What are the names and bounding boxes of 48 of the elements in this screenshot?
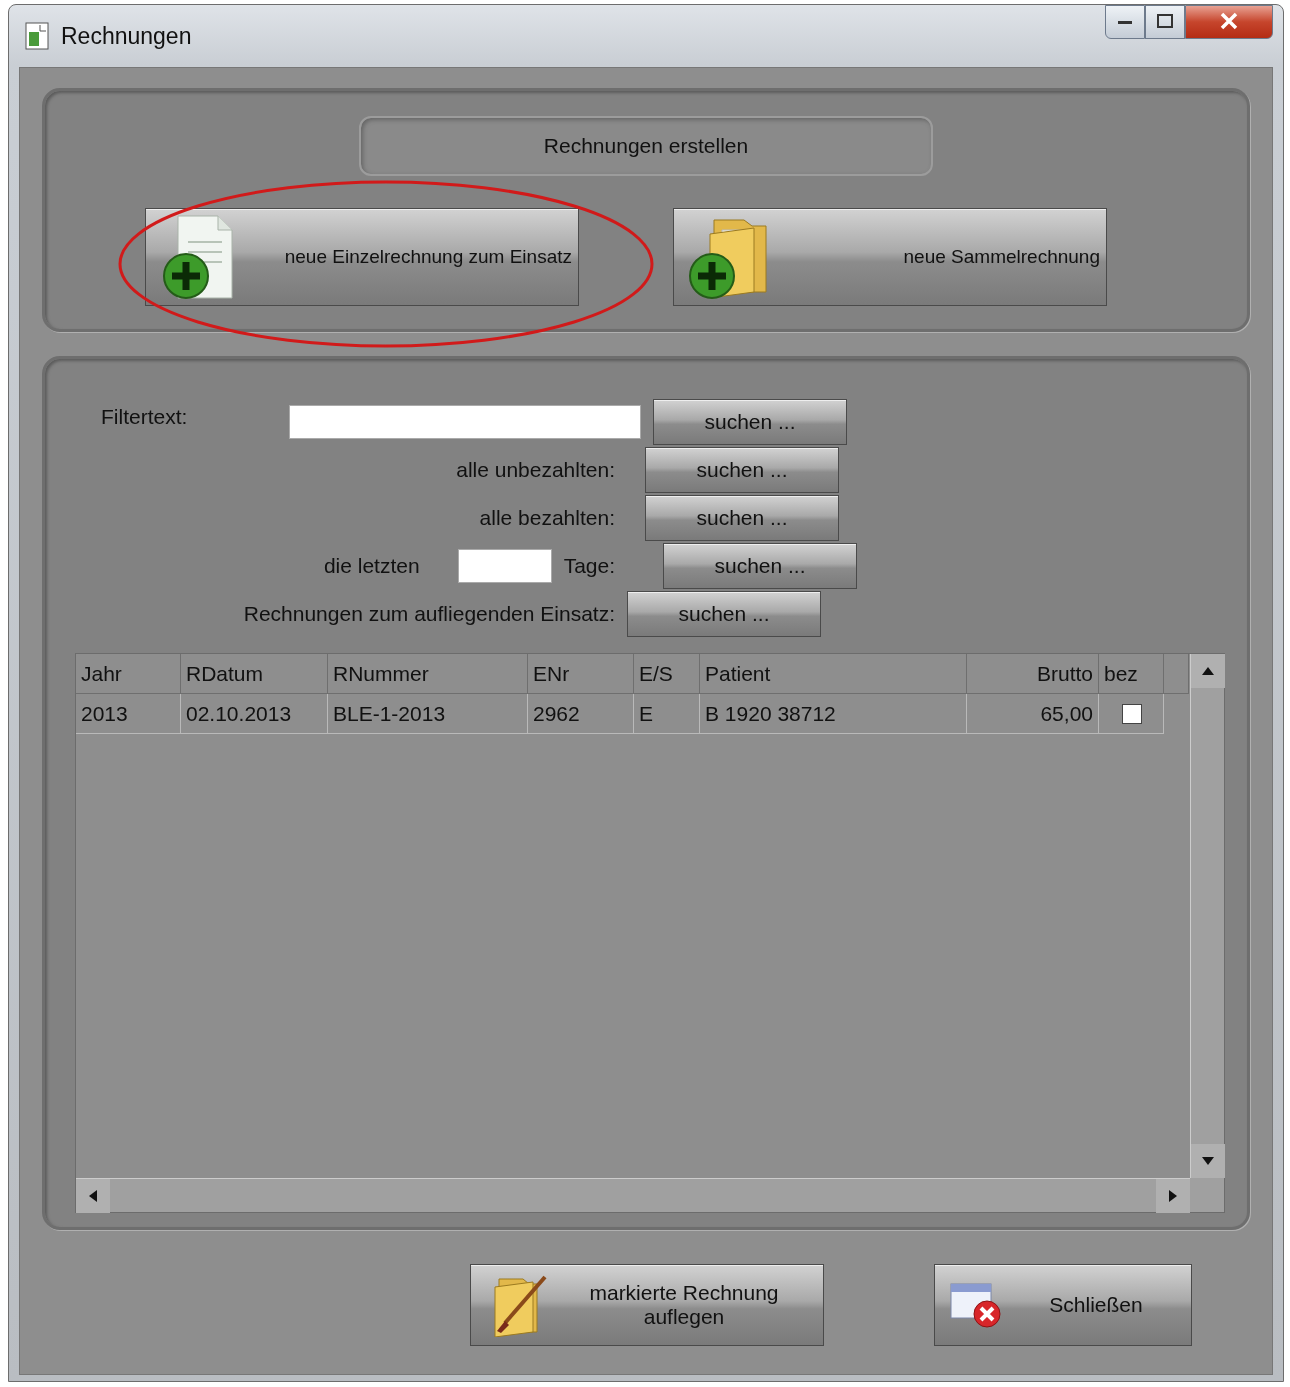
scroll-left-icon[interactable] (76, 1179, 110, 1213)
search-button[interactable]: suchen ... (653, 399, 847, 445)
column-header[interactable]: ENr (528, 654, 634, 694)
field-label: alle bezahlten: (479, 506, 615, 530)
filter-text-field[interactable] (289, 405, 641, 439)
close-window-button[interactable]: Schließen (934, 1264, 1192, 1346)
column-header[interactable]: RDatum (181, 654, 328, 694)
column-header[interactable]: Jahr (76, 654, 181, 694)
column-header[interactable]: RNummer (328, 654, 528, 694)
field-label: Tage: (563, 554, 615, 578)
assign-invoice-button[interactable]: markierte Rechnung auflegen (470, 1264, 824, 1346)
app-icon (25, 22, 49, 50)
window-title: Rechnungen (61, 22, 193, 50)
maximize-button[interactable] (1145, 5, 1185, 39)
horizontal-scrollbar[interactable] (76, 1178, 1190, 1212)
table-cell: 02.10.2013 (181, 694, 328, 734)
table-cell: 65,00 (967, 694, 1099, 734)
table-cell: 2962 (528, 694, 634, 734)
scroll-right-icon[interactable] (1156, 1179, 1190, 1213)
scroll-up-icon[interactable] (1191, 654, 1225, 688)
table-cell: E (634, 694, 700, 734)
maximize-icon (1155, 11, 1175, 30)
panel-heading: Rechnungen erstellen (359, 116, 933, 176)
filter-label: Filtertext: (101, 405, 188, 429)
search-button[interactable]: suchen ... (645, 495, 839, 541)
search-button[interactable]: suchen ... (645, 447, 839, 493)
days-field[interactable] (457, 549, 552, 583)
column-header[interactable]: Brutto (967, 654, 1099, 694)
column-header[interactable]: Patient (700, 654, 967, 694)
table-cell: 2013 (76, 694, 181, 734)
scrollbar-corner (1190, 1178, 1224, 1212)
close-button[interactable] (1185, 5, 1273, 39)
field-label: die letzten (323, 554, 420, 578)
search-button[interactable]: suchen ... (663, 543, 857, 589)
field-label: Rechnungen zum aufliegenden Einsatz: (243, 602, 615, 626)
search-button[interactable]: suchen ... (627, 591, 821, 637)
table-cell: B 1920 38712 (700, 694, 967, 734)
vertical-scrollbar[interactable] (1190, 654, 1224, 1178)
minimize-button[interactable] (1105, 5, 1145, 39)
field-label: alle unbezahlten: (456, 458, 615, 482)
new-invoice-button[interactable]: neue Einzelrechnung zum Einsatz (145, 208, 579, 306)
close-icon (1218, 10, 1240, 31)
new-collective-invoice-button[interactable]: neue Sammelrechnung (673, 208, 1107, 306)
table-cell: BLE-1-2013 (328, 694, 528, 734)
column-header[interactable]: bez (1099, 654, 1164, 694)
scroll-down-icon[interactable] (1191, 1144, 1225, 1178)
column-header[interactable]: E/S (634, 654, 700, 694)
paid-checkbox[interactable] (1122, 703, 1142, 724)
